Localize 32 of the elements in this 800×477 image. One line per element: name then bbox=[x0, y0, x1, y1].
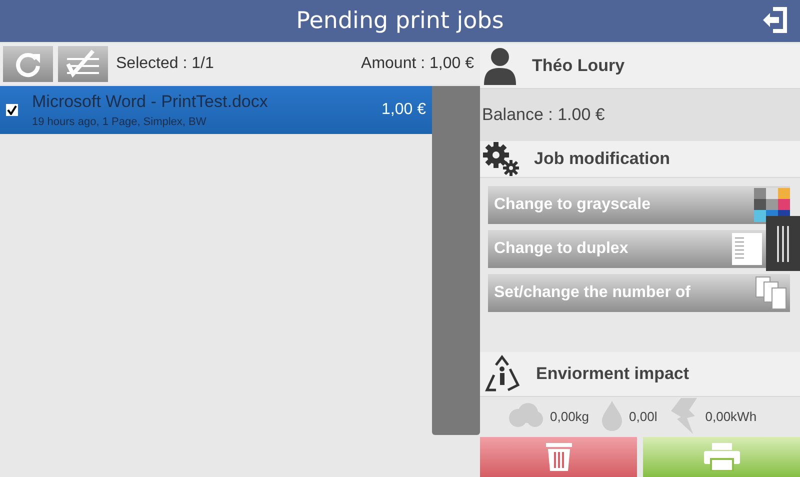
window-title: Pending print jobs bbox=[296, 8, 504, 34]
grip-icon bbox=[776, 224, 790, 264]
metric-value: 0,00l bbox=[629, 408, 658, 424]
metric-value: 0,00kWh bbox=[705, 408, 757, 424]
amount-total: Amount : 1,00 € bbox=[361, 55, 474, 73]
delete-button[interactable] bbox=[480, 437, 637, 477]
refresh-icon bbox=[14, 50, 42, 78]
job-checkbox[interactable] bbox=[6, 104, 18, 116]
action-button[interactable]: Change to duplex bbox=[488, 230, 766, 268]
section-title: Enviorment impact bbox=[536, 364, 690, 384]
person-icon bbox=[482, 47, 518, 85]
select-all-button[interactable] bbox=[58, 46, 108, 82]
side-handle[interactable] bbox=[766, 216, 800, 271]
action-button[interactable]: Change to grayscale bbox=[488, 186, 790, 224]
job-details: 19 hours ago, 1 Page, Simplex, BW bbox=[32, 116, 208, 128]
user-name: Théo Loury bbox=[532, 56, 625, 76]
section-title: Job modification bbox=[534, 149, 670, 169]
job-name: Microsoft Word - PrintTest.docx bbox=[32, 92, 269, 112]
printer-icon bbox=[704, 443, 740, 471]
job-row[interactable]: Microsoft Word - PrintTest.docx 19 hours ago, 1 Page, Simplex, BW 1,00 € bbox=[0, 86, 432, 134]
metric-value: 0,00kg bbox=[550, 408, 590, 424]
action-button[interactable]: Set/change the number of bbox=[488, 274, 790, 312]
trash-icon bbox=[546, 443, 572, 471]
cloud-icon bbox=[508, 403, 544, 429]
scrollbar[interactable] bbox=[432, 86, 480, 435]
balance-text: Balance : 1.00 € bbox=[480, 89, 800, 141]
job-price: 1,00 € bbox=[382, 101, 426, 119]
recycle-info-icon bbox=[482, 355, 522, 393]
drop-icon bbox=[601, 400, 624, 432]
selected-count: Selected : 1/1 bbox=[116, 55, 214, 73]
print-button[interactable] bbox=[643, 437, 800, 477]
refresh-button[interactable] bbox=[3, 46, 53, 82]
